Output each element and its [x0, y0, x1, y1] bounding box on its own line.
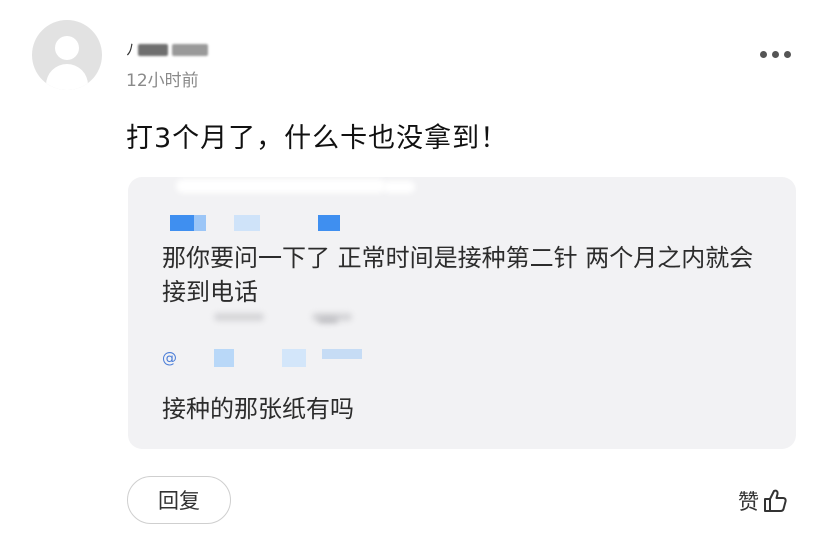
- mosaic-block: [170, 215, 194, 231]
- dot: [784, 50, 791, 58]
- redaction-smear: [383, 181, 415, 193]
- avatar[interactable]: [32, 20, 102, 90]
- avatar-body-shape: [46, 64, 88, 90]
- dot: [772, 50, 779, 58]
- reply-text: 那你要问一下了 正常时间是接种第二针 两个月之内就会接到电话: [162, 244, 754, 306]
- reply-text-2: 接种的那张纸有吗: [162, 395, 354, 423]
- dot: [760, 50, 767, 58]
- timestamp: 12小时前: [126, 71, 199, 91]
- mosaic-block: [322, 349, 362, 359]
- redaction-smear: [176, 179, 386, 193]
- mosaic-block: [214, 349, 234, 367]
- username[interactable]: ﾉ: [126, 40, 209, 60]
- mosaic-block: [282, 349, 306, 367]
- reply-author-redacted: [162, 213, 372, 233]
- redaction-smear: [318, 317, 338, 323]
- reply-button[interactable]: 回复: [127, 476, 231, 524]
- more-dots-icon[interactable]: [760, 46, 796, 62]
- username-visible-char: ﾉ: [126, 40, 135, 59]
- mosaic-block: [194, 215, 206, 231]
- redaction-smear: [214, 313, 264, 321]
- comment-text: 打3个月了，什么卡也没拿到！: [126, 123, 509, 154]
- username-redaction: [172, 44, 209, 56]
- mosaic-block: [318, 215, 340, 231]
- like-button[interactable]: 赞: [738, 486, 789, 516]
- mention-redacted: @: [162, 347, 372, 369]
- thumbs-up-icon: [764, 489, 787, 512]
- avatar-head-shape: [55, 36, 79, 60]
- username-redaction: [138, 44, 169, 56]
- like-label: 赞: [738, 490, 759, 514]
- mosaic-block: [234, 215, 260, 231]
- mention-at-symbol: @: [162, 349, 177, 367]
- reply-thread-box[interactable]: 那你要问一下了 正常时间是接种第二针 两个月之内就会接到电话 @ 接种的那张纸有…: [128, 177, 796, 449]
